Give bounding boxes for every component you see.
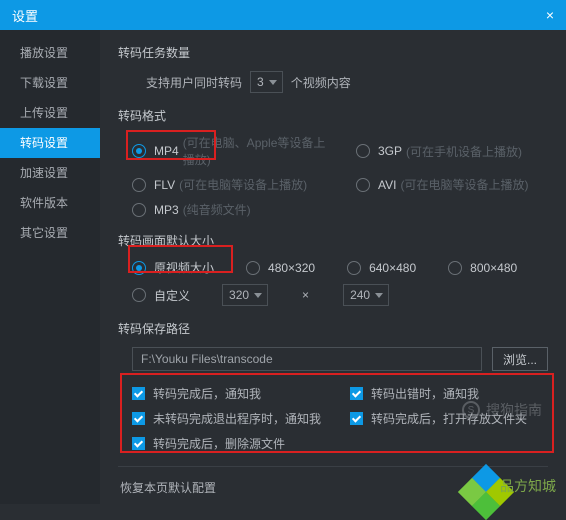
tasks-count-select[interactable]: 3: [250, 71, 283, 93]
titlebar: 设置 ×: [0, 0, 566, 30]
section-size: 转码画面默认大小 原视频大小 480×320 640×480 800×480: [118, 232, 548, 306]
custom-width-select[interactable]: 320: [222, 284, 268, 306]
sidebar-item-other[interactable]: 其它设置: [0, 218, 100, 248]
tasks-suffix: 个视频内容: [291, 74, 351, 91]
radio-icon: [356, 178, 370, 192]
size-option-custom[interactable]: 自定义: [132, 287, 194, 304]
sidebar-item-version[interactable]: 软件版本: [0, 188, 100, 218]
size-option-480x320[interactable]: 480×320: [246, 261, 319, 275]
format-option-avi[interactable]: AVI (可在电脑等设备上播放): [356, 176, 556, 193]
format-title: 转码格式: [118, 107, 548, 124]
checkbox-icon: [350, 387, 363, 400]
sidebar-item-play[interactable]: 播放设置: [0, 38, 100, 68]
sidebar-item-upload[interactable]: 上传设置: [0, 98, 100, 128]
size-option-original[interactable]: 原视频大小: [132, 259, 218, 276]
path-title: 转码保存路径: [118, 320, 548, 337]
radio-icon: [132, 261, 146, 275]
radio-icon: [347, 261, 361, 275]
check-notify-done[interactable]: 转码完成后，通知我: [132, 385, 330, 402]
section-tasks: 转码任务数量 支持用户同时转码 3 个视频内容: [118, 44, 548, 93]
format-option-3gp[interactable]: 3GP (可在手机设备上播放): [356, 134, 556, 168]
sidebar: 播放设置 下载设置 上传设置 转码设置 加速设置 软件版本 其它设置: [0, 30, 100, 504]
size-title: 转码画面默认大小: [118, 232, 548, 249]
format-option-mp4[interactable]: MP4 (可在电脑、Apple等设备上播放): [132, 134, 332, 168]
browse-button[interactable]: 浏览...: [492, 347, 548, 371]
sidebar-item-accelerate[interactable]: 加速设置: [0, 158, 100, 188]
checkbox-icon: [132, 387, 145, 400]
section-format: 转码格式 MP4 (可在电脑、Apple等设备上播放) 3GP (可在手机设备上…: [118, 107, 548, 218]
path-input[interactable]: F:\Youku Files\transcode: [132, 347, 482, 371]
format-option-flv[interactable]: FLV (可在电脑等设备上播放): [132, 176, 332, 193]
section-path: 转码保存路径 F:\Youku Files\transcode 浏览...: [118, 320, 548, 371]
checkbox-icon: [132, 437, 145, 450]
watermark-icon: S: [462, 401, 480, 419]
close-icon[interactable]: ×: [546, 7, 554, 23]
tasks-prefix: 支持用户同时转码: [146, 74, 242, 91]
check-delete-source[interactable]: 转码完成后，删除源文件: [132, 435, 330, 452]
radio-icon: [448, 261, 462, 275]
radio-icon: [246, 261, 260, 275]
content-pane: 转码任务数量 支持用户同时转码 3 个视频内容 转码格式 MP4 (可在电脑、A…: [100, 30, 566, 504]
sidebar-item-transcode[interactable]: 转码设置: [0, 128, 100, 158]
radio-icon: [132, 288, 146, 302]
radio-icon: [132, 203, 146, 217]
logo-text: 品方知城: [500, 476, 556, 496]
checkbox-icon: [350, 412, 363, 425]
tasks-title: 转码任务数量: [118, 44, 548, 61]
radio-icon: [132, 178, 146, 192]
radio-icon: [356, 144, 370, 158]
size-option-640x480[interactable]: 640×480: [347, 261, 420, 275]
checkbox-icon: [132, 412, 145, 425]
window-title: 设置: [12, 6, 38, 25]
watermark: S 搜狗指南: [462, 400, 542, 420]
sidebar-item-download[interactable]: 下载设置: [0, 68, 100, 98]
multiply-sign: ×: [302, 288, 309, 302]
format-option-mp3[interactable]: MP3 (纯音频文件): [132, 201, 332, 218]
size-option-800x480[interactable]: 800×480: [448, 261, 521, 275]
check-notify-exit[interactable]: 未转码完成退出程序时，通知我: [132, 410, 330, 427]
radio-icon: [132, 144, 146, 158]
custom-height-select[interactable]: 240: [343, 284, 389, 306]
